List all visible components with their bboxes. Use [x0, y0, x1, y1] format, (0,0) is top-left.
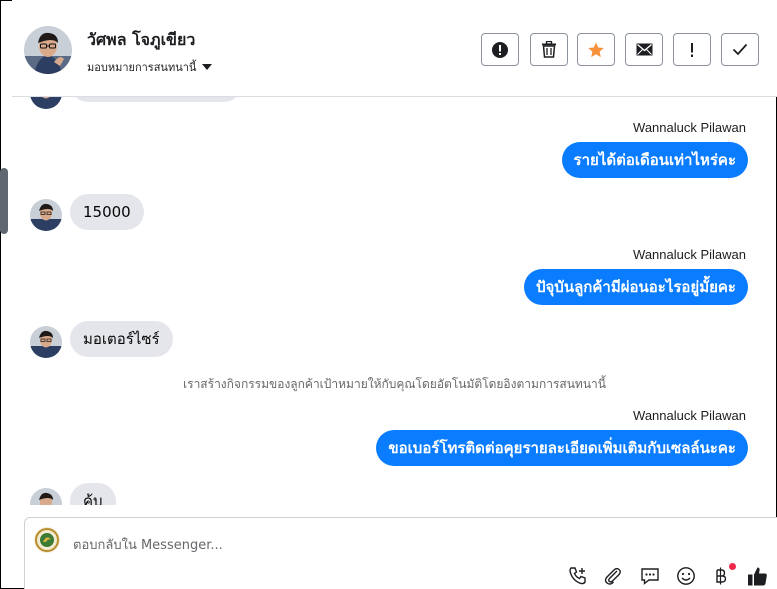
- contact-name: วัศพล โจภูเขียว: [87, 30, 196, 49]
- checkmark-icon: [732, 43, 748, 56]
- delete-button[interactable]: [530, 33, 568, 66]
- incoming-message[interactable]: ค้บ: [70, 483, 116, 505]
- mark-done-button[interactable]: [721, 33, 759, 66]
- reply-composer[interactable]: ตอบกลับใน Messenger...: [24, 517, 777, 589]
- page-profile-icon: [34, 527, 60, 553]
- incoming-message[interactable]: มอเตอร์ไซร์: [70, 321, 173, 357]
- caret-down-icon: [202, 64, 213, 70]
- trash-icon: [542, 41, 556, 58]
- saved-reply-icon[interactable]: [639, 565, 661, 587]
- outgoing-message[interactable]: ขอเบอร์โทรติดต่อคุยรายละเอียดเพิ่มเติมกั…: [376, 430, 748, 466]
- mark-unread-button[interactable]: [625, 33, 663, 66]
- envelope-icon: [636, 43, 652, 56]
- notification-dot: [729, 563, 736, 570]
- paperclip-icon[interactable]: [602, 565, 624, 587]
- contact-avatar-small: [30, 488, 62, 505]
- thumbs-up-icon[interactable]: [746, 565, 768, 587]
- system-notice: เราสร้างกิจกรรมของลูกค้าเป้าหมายให้กับคุ…: [183, 377, 606, 391]
- alert-circle-icon: [492, 41, 508, 58]
- assign-conversation-label: มอบหมายการสนทนานี้: [87, 61, 197, 74]
- emoji-icon[interactable]: [675, 565, 697, 587]
- sender-name: Wannaluck Pilawan: [633, 408, 746, 423]
- contact-avatar-small: [30, 199, 62, 231]
- star-icon: [588, 41, 604, 57]
- contact-avatar-small: [30, 326, 62, 358]
- side-panel-scroll-handle[interactable]: [0, 168, 8, 234]
- reply-input[interactable]: ตอบกลับใน Messenger...: [73, 534, 223, 555]
- exclamation-icon: [691, 42, 693, 57]
- sender-name: Wannaluck Pilawan: [633, 120, 746, 135]
- follow-up-button[interactable]: [673, 33, 711, 66]
- assign-conversation-dropdown[interactable]: มอบหมายการสนทนานี้: [87, 58, 213, 76]
- sender-name: Wannaluck Pilawan: [633, 247, 746, 262]
- conversation-header: วัศพล โจภูเขียว มอบหมายการสนทนานี้: [12, 0, 777, 97]
- contact-avatar-small: [30, 97, 62, 109]
- incoming-message-cutoff: [70, 97, 242, 102]
- mark-spam-button[interactable]: [481, 33, 519, 66]
- message-thread[interactable]: Wannaluck Pilawan รายได้ต่อเดือนเท่าไหร่…: [12, 97, 777, 505]
- phone-add-icon[interactable]: [567, 565, 589, 587]
- star-button[interactable]: [577, 33, 615, 66]
- incoming-message[interactable]: 15000: [70, 194, 144, 230]
- outgoing-message[interactable]: ปัจุบันลูกค้ามีผ่อนอะไรอยู่มั้ยคะ: [524, 269, 748, 305]
- contact-avatar[interactable]: [24, 26, 72, 74]
- outgoing-message[interactable]: รายได้ต่อเดือนเท่าไหร่คะ: [561, 142, 748, 178]
